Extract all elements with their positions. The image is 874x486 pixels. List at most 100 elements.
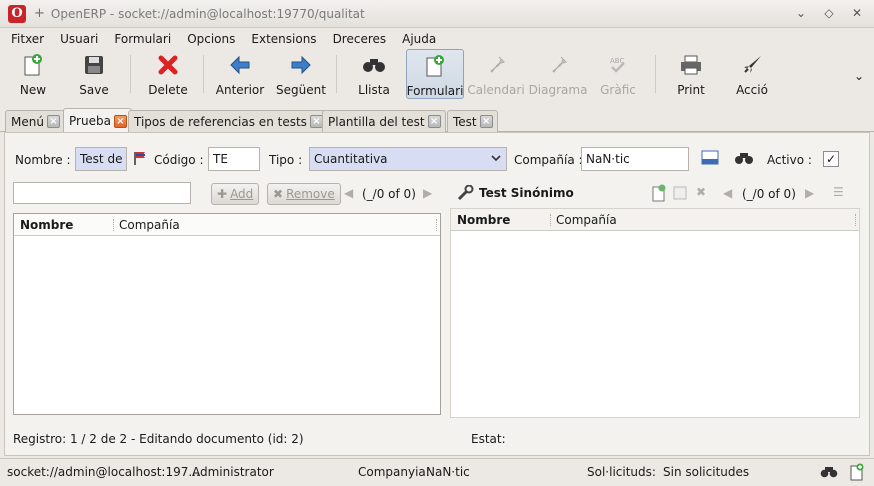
left-next-arrow-icon[interactable]: ▶ (423, 186, 432, 200)
maximize-icon[interactable]: ◇ (822, 6, 836, 20)
tab-plantilla-test[interactable]: Plantilla del test × (322, 110, 446, 132)
action-button[interactable]: Acció (730, 49, 774, 99)
title-plus: + (34, 6, 45, 21)
new-document-icon (20, 52, 46, 78)
new-line-icon[interactable] (651, 184, 667, 205)
activo-checkbox[interactable]: ✓ (823, 151, 839, 167)
window-title: OpenERP - socket://admin@localhost:19770… (50, 6, 365, 21)
column-divider (113, 219, 114, 231)
calendar-pin-icon (483, 52, 509, 78)
delete-label: Delete (148, 83, 188, 97)
right-grid: Nombre Compañía (450, 208, 860, 418)
close-icon[interactable]: × (427, 115, 441, 128)
previous-button[interactable]: Anterior (213, 49, 267, 99)
minimize-icon[interactable]: ⌄ (794, 6, 808, 20)
title-bar: O + OpenERP - socket://admin@localhost:1… (0, 0, 874, 28)
add-button[interactable]: ✚ Add (211, 183, 260, 205)
diagram-view-button[interactable]: Diagrama (529, 49, 587, 99)
menu-usuari[interactable]: Usuari (60, 32, 98, 46)
tipo-label: Tipo : (269, 153, 303, 167)
tab-tipos-referencias[interactable]: Tipos de referencias en tests × (128, 110, 328, 132)
record-status: Registro: 1 / 2 de 2 - Editando document… (13, 432, 304, 446)
right-next-arrow-icon[interactable]: ▶ (805, 186, 814, 200)
tipo-select[interactable]: Cuantitativa (309, 147, 507, 171)
toolbar-separator (130, 55, 131, 93)
save-button[interactable]: Save (72, 49, 116, 99)
toolbar-overflow-icon[interactable]: ⌄ (854, 69, 864, 83)
tab-prueba[interactable]: Prueba × (63, 108, 132, 133)
diagram-pin-icon (545, 52, 571, 78)
remove-label: Remove (286, 187, 335, 201)
close-icon[interactable]: × (479, 115, 493, 128)
column-header-compania[interactable]: Compañía (556, 213, 617, 227)
left-prev-arrow-icon[interactable]: ◀ (344, 186, 353, 200)
column-divider (550, 214, 551, 226)
switch-view-icon[interactable]: ☰ (833, 185, 844, 199)
menu-extensions[interactable]: Extensions (251, 32, 316, 46)
right-prev-arrow-icon[interactable]: ◀ (723, 186, 732, 200)
menu-bar: Fitxer Usuari Formulari Opcions Extensio… (0, 30, 874, 48)
delete-button[interactable]: Delete (144, 49, 192, 99)
tab-label: Plantilla del test (328, 114, 425, 129)
tab-menu[interactable]: Menú × (5, 110, 65, 132)
activo-label: Activo : (767, 153, 812, 167)
openerp-logo-icon: O (8, 4, 26, 23)
close-icon[interactable]: ✕ (850, 6, 864, 20)
menu-dreceres[interactable]: Dreceres (333, 32, 387, 46)
status-bar: socket://admin@localhost:197... Administ… (0, 458, 874, 486)
menu-formulari[interactable]: Formulari (114, 32, 171, 46)
translate-flag-icon[interactable] (132, 150, 148, 169)
column-divider (855, 214, 856, 226)
list-view-button[interactable]: Llista (352, 49, 396, 99)
close-icon[interactable]: × (113, 114, 127, 128)
tab-test[interactable]: Test × (447, 110, 498, 132)
close-icon[interactable]: × (309, 115, 323, 128)
search-binoculars-icon[interactable] (734, 151, 754, 168)
calendar-label: Calendari (467, 83, 525, 97)
codigo-field[interactable]: TE (208, 147, 260, 171)
document-tabs: Menú × Prueba × Tipos de referencias en … (0, 108, 874, 133)
form-document-icon (422, 53, 448, 79)
column-header-nombre[interactable]: Nombre (457, 213, 510, 227)
menu-ajuda[interactable]: Ajuda (402, 32, 436, 46)
left-grid-header: Nombre Compañía (14, 214, 440, 236)
tab-label: Menú (11, 114, 44, 129)
tab-label: Prueba (69, 114, 111, 128)
calendar-view-button[interactable]: Calendari (467, 49, 525, 99)
new-label: New (19, 83, 47, 97)
codigo-value: TE (213, 152, 228, 166)
right-grid-header: Nombre Compañía (451, 209, 859, 231)
arrow-left-icon (227, 52, 253, 78)
column-header-nombre[interactable]: Nombre (20, 218, 73, 232)
company-value: NaN·tic (426, 465, 470, 479)
search-requests-icon[interactable] (820, 466, 838, 481)
form-view-button[interactable]: Formulari (406, 49, 464, 99)
left-search-input[interactable] (13, 182, 191, 204)
open-record-icon[interactable] (700, 148, 720, 171)
graph-view-button[interactable]: ABC Gràfic (596, 49, 640, 99)
nombre-field[interactable]: Test de (75, 147, 127, 171)
print-button[interactable]: Print (670, 49, 712, 99)
close-icon[interactable]: × (46, 115, 60, 128)
connection-info: socket://admin@localhost:197... (7, 465, 200, 479)
arrow-right-icon (288, 52, 314, 78)
menu-opcions[interactable]: Opcions (187, 32, 235, 46)
next-button[interactable]: Següent (274, 49, 328, 99)
compania-value: NaN·tic (586, 152, 630, 166)
save-icon (81, 52, 107, 78)
current-user: Administrator (192, 465, 274, 479)
left-nav-counter: (_/0 of 0) (362, 187, 416, 201)
compania-field[interactable]: NaN·tic (581, 147, 689, 171)
tab-label: Tipos de referencias en tests (134, 114, 307, 129)
spellcheck-graph-icon: ABC (605, 52, 631, 78)
new-request-icon[interactable] (849, 463, 865, 484)
delete-line-icon[interactable]: ✖ (696, 185, 706, 199)
graph-label: Gràfic (600, 83, 636, 97)
new-button[interactable]: New (12, 49, 54, 99)
edit-line-icon[interactable] (672, 185, 688, 204)
test-sinonimo-title: Test Sinónimo (479, 186, 574, 200)
menu-fitxer[interactable]: Fitxer (11, 32, 44, 46)
remove-button[interactable]: ✖ Remove (267, 183, 341, 205)
column-header-compania[interactable]: Compañía (119, 218, 180, 232)
wrench-icon (457, 184, 475, 204)
